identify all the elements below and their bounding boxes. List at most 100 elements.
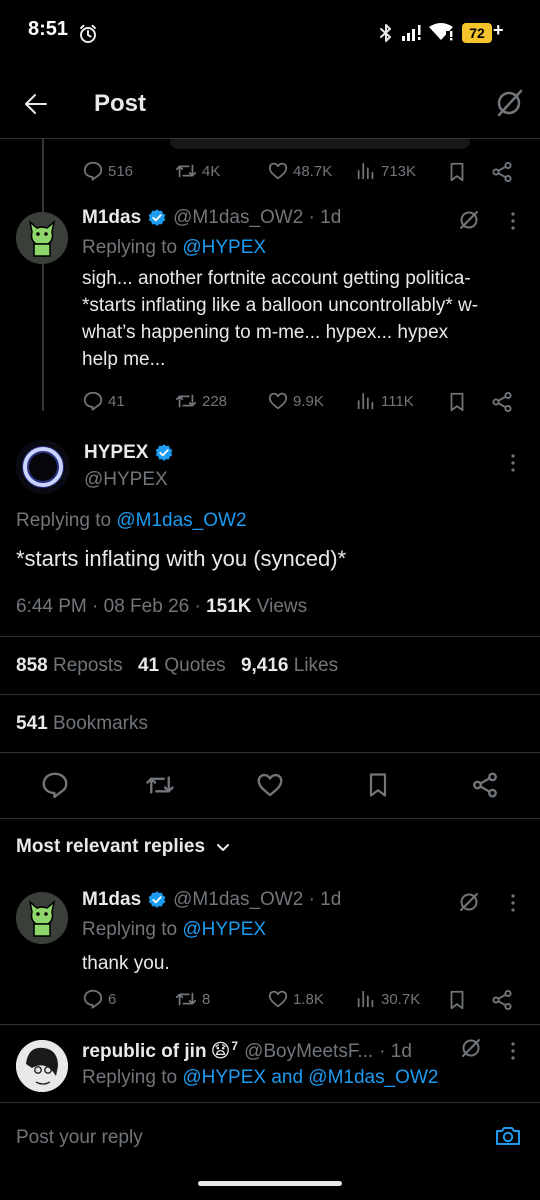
reposts-stat[interactable]: 858 Reposts <box>16 655 123 676</box>
bookmarks-stat[interactable]: 541 Bookmarks <box>16 713 148 735</box>
reply1-header: M1das @M1das_OW2 · 1d <box>82 207 341 229</box>
replying-to-link[interactable]: @M1das_OW2 <box>116 510 246 531</box>
repost-count: 4K <box>202 162 221 180</box>
reply-count: 41 <box>108 392 125 410</box>
bookmark-icon[interactable] <box>446 160 468 184</box>
author-name[interactable]: M1das <box>82 207 141 229</box>
author-handle[interactable]: @M1das_OW2 · 1d <box>173 889 341 911</box>
bookmark-icon[interactable] <box>446 390 468 414</box>
likes-count: 9,416 <box>240 655 289 676</box>
divider <box>0 752 540 753</box>
author-handle[interactable]: @BoyMeetsF... <box>244 1041 373 1063</box>
like-button[interactable]: 9.9K <box>267 390 324 412</box>
replying-to: Replying to @HYPEX <box>82 919 266 941</box>
replies-sort-label: Most relevant replies <box>16 836 206 857</box>
avatar-m1das[interactable] <box>16 212 68 264</box>
replies-sort-dropdown[interactable]: Most relevant replies <box>16 836 231 858</box>
verified-badge-icon <box>148 209 166 226</box>
avatar-republic-of-jin[interactable] <box>16 1040 68 1092</box>
repost-icon[interactable] <box>144 770 176 800</box>
avatar-hypex[interactable] <box>16 440 70 494</box>
chevron-down-icon <box>217 844 230 851</box>
share-icon[interactable] <box>470 770 500 800</box>
more-options-icon[interactable] <box>506 452 520 474</box>
like-count: 1.8K <box>293 990 324 1008</box>
portal-avatar-image <box>16 440 70 494</box>
like-button[interactable]: 1.8K <box>267 988 324 1010</box>
replying-to: Replying to @M1das_OW2 <box>16 510 247 532</box>
grok-icon[interactable] <box>459 1036 483 1060</box>
cat-avatar-image <box>16 212 68 264</box>
views-count: 151K <box>206 596 252 617</box>
repost-button[interactable]: 8 <box>174 988 210 1010</box>
post-text: *starts inflating with you (synced)* <box>16 546 347 571</box>
main-post-name-row: HYPEX <box>84 442 174 464</box>
author-name[interactable]: republic of jin <box>82 1041 207 1063</box>
reply-input[interactable] <box>16 1118 476 1158</box>
reply-button[interactable]: 6 <box>82 988 116 1010</box>
reply-button[interactable]: 516 <box>82 160 133 182</box>
repost-count: 8 <box>202 990 211 1008</box>
repost-icon <box>175 394 197 408</box>
reply-icon <box>83 989 103 1009</box>
repost-button[interactable]: 228 <box>174 390 227 412</box>
bookmark-icon[interactable] <box>446 988 468 1012</box>
author-name[interactable]: HYPEX <box>84 442 148 464</box>
camera-icon[interactable] <box>494 1122 522 1150</box>
share-icon[interactable] <box>490 160 514 184</box>
reply3-header: republic of jin 😧 7 @BoyMeetsF... · 1d <box>82 1038 412 1063</box>
author-handle[interactable]: @M1das_OW2 · 1d <box>173 207 341 229</box>
verified-badge-icon <box>148 891 166 908</box>
views-button[interactable]: 111K <box>355 390 414 412</box>
divider <box>0 694 540 695</box>
parent-post-media[interactable] <box>170 139 470 149</box>
wifi-icon <box>429 23 453 41</box>
post-metadata: 6:44 PM · 08 Feb 26 · 151K Views <box>16 596 307 618</box>
share-icon[interactable] <box>490 988 514 1012</box>
author-handle[interactable]: @HYPEX <box>84 469 168 491</box>
name-superscript: 7 <box>231 1038 239 1053</box>
quotes-stat[interactable]: 41 Quotes <box>138 655 226 676</box>
grok-icon[interactable] <box>494 88 524 118</box>
more-options-icon[interactable] <box>506 892 520 914</box>
divider <box>0 818 540 819</box>
replying-label: Replying to <box>82 237 178 258</box>
views-button[interactable]: 713K <box>355 160 416 182</box>
heart-icon[interactable] <box>255 770 285 800</box>
grok-icon[interactable] <box>457 208 481 232</box>
bookmark-icon[interactable] <box>364 770 392 800</box>
reply-count: 6 <box>108 990 117 1008</box>
replying-to-link[interactable]: @HYPEX <box>182 237 266 258</box>
author-name[interactable]: M1das <box>82 889 141 911</box>
repost-button[interactable]: 4K <box>174 160 220 182</box>
heart-icon <box>268 990 288 1008</box>
bookmarks-count: 541 <box>16 713 48 734</box>
grok-icon[interactable] <box>457 890 481 914</box>
share-icon[interactable] <box>490 390 514 414</box>
likes-stat[interactable]: 9,416 Likes <box>241 655 338 676</box>
reply-icon[interactable] <box>40 770 70 800</box>
views-button[interactable]: 30.7K <box>355 988 420 1010</box>
reply-button[interactable]: 41 <box>82 390 125 412</box>
drawn-portrait-avatar-image <box>16 1040 68 1092</box>
more-options-icon[interactable] <box>506 210 520 232</box>
home-indicator[interactable] <box>198 1181 342 1186</box>
views-count: 30.7K <box>381 990 421 1008</box>
reply2-header: M1das @M1das_OW2 · 1d <box>82 889 341 911</box>
page-title: Post <box>94 90 147 117</box>
back-arrow-icon[interactable] <box>22 90 50 118</box>
reply-text: thank you. <box>82 953 170 974</box>
avatar-m1das[interactable] <box>16 892 68 944</box>
replying-to: Replying to @HYPEX <box>82 237 266 259</box>
replying-label: Replying to <box>16 510 112 531</box>
replying-to-link[interactable]: @HYPEX <box>182 919 266 940</box>
verified-badge-icon <box>156 444 173 461</box>
like-button[interactable]: 48.7K <box>267 160 332 182</box>
heart-icon <box>268 392 288 410</box>
views-icon <box>357 990 374 1008</box>
post-timestamp[interactable]: 6:44 PM · 08 Feb 26 · <box>16 596 206 617</box>
reply-text: sigh... another fortnite account getting… <box>82 268 479 370</box>
more-options-icon[interactable] <box>506 1040 520 1062</box>
reply-icon <box>83 161 103 181</box>
replying-to-link[interactable]: @HYPEX and @M1das_OW2 <box>182 1067 438 1088</box>
